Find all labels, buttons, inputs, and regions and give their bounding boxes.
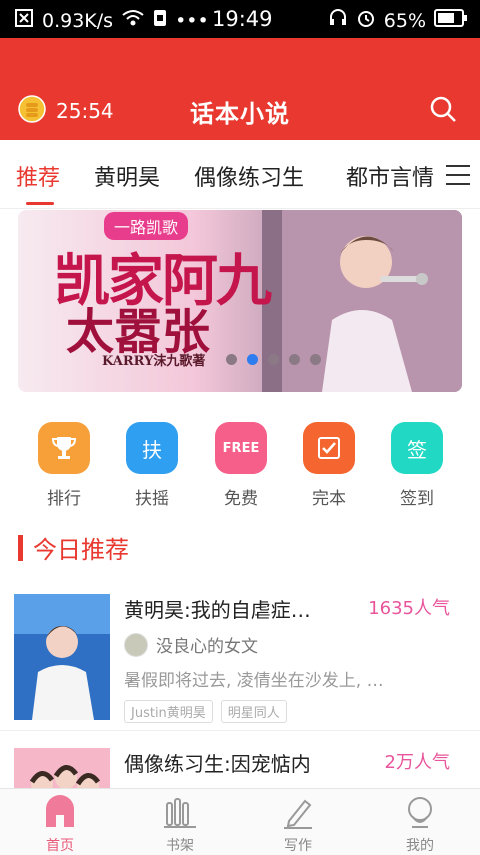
section-header: 今日推荐 xyxy=(18,530,129,565)
page-dot-active[interactable] xyxy=(247,354,258,365)
banner-pagination xyxy=(226,354,321,365)
book-description: 暑假即将过去, 凌倩坐在沙发上, … xyxy=(124,671,384,691)
battery-percent: 65% xyxy=(383,9,426,32)
book-title: 偶像练习生:因宠惦内 xyxy=(124,752,311,776)
book-cover xyxy=(14,594,110,720)
sim-icon xyxy=(153,9,167,32)
book-popularity: 1635人气 xyxy=(368,598,450,619)
free-icon: FREE xyxy=(215,422,267,474)
book-title: 黄明昊:我的自虐症… xyxy=(124,598,311,622)
menu-icon[interactable] xyxy=(446,164,470,186)
tab-recommend[interactable]: 推荐 xyxy=(16,160,60,192)
book-author-row: 没良心的女文 xyxy=(124,632,258,657)
page-dot[interactable] xyxy=(268,354,279,365)
pen-icon xyxy=(281,795,315,829)
complete-icon xyxy=(303,422,355,474)
book-author: 没良心的女文 xyxy=(156,637,258,657)
battery-icon xyxy=(434,9,468,32)
category-tabs: 推荐 黄明昊 偶像练习生 都市言情 xyxy=(0,140,480,209)
alarm-icon xyxy=(356,8,376,33)
quick-checkin[interactable]: 签 签到 xyxy=(387,422,447,509)
quick-complete[interactable]: 完本 xyxy=(299,422,359,509)
quick-checkin-label: 签到 xyxy=(400,489,434,509)
section-accent-bar xyxy=(18,534,23,561)
book-card[interactable]: 偶像练习生:因宠惦内 2万人气 xyxy=(0,734,480,788)
nav-write[interactable]: 写作 xyxy=(258,795,338,855)
app-bar: 25:54 话本小说 xyxy=(0,38,480,140)
book-card[interactable]: 黄明昊:我的自虐症… 1635人气 没良心的女文 暑假即将过去, 凌倩坐在沙发上… xyxy=(0,580,480,731)
page-dot[interactable] xyxy=(310,354,321,365)
bookshelf-icon xyxy=(163,795,197,829)
quick-free[interactable]: FREE 免费 xyxy=(211,422,271,509)
section-title: 今日推荐 xyxy=(33,536,129,564)
quick-actions: 排行 扶 扶摇 FREE 免费 完本 签 签到 xyxy=(0,422,480,512)
search-icon[interactable] xyxy=(428,94,458,124)
quick-complete-label: 完本 xyxy=(312,489,346,509)
status-bar: 0.93K/s ••• 19:49 65% xyxy=(0,0,480,38)
nav-profile[interactable]: 我的 xyxy=(380,795,460,855)
page-dot[interactable] xyxy=(226,354,237,365)
home-icon xyxy=(43,795,77,829)
book-tag[interactable]: Justin黄明昊 xyxy=(124,700,213,723)
nav-home-label: 首页 xyxy=(46,838,74,854)
notification-icon xyxy=(14,8,34,33)
author-avatar xyxy=(124,632,148,657)
quick-fuyao[interactable]: 扶 扶摇 xyxy=(122,422,182,509)
app-title: 话本小说 xyxy=(190,100,290,128)
free-glyph: FREE xyxy=(222,440,260,456)
fu-icon: 扶 xyxy=(126,422,178,474)
book-cover xyxy=(14,748,110,788)
checkin-icon: 签 xyxy=(391,422,443,474)
book-tag[interactable]: 明星同人 xyxy=(220,700,287,723)
tab-huang-minghao[interactable]: 黄明昊 xyxy=(94,160,160,192)
tab-urban-romance[interactable]: 都市言情 xyxy=(346,160,434,192)
active-tab-indicator xyxy=(26,202,54,205)
nav-bookshelf[interactable]: 书架 xyxy=(140,795,220,855)
book-tags: Justin黄明昊 明星同人 xyxy=(124,700,287,723)
more-icon: ••• xyxy=(175,9,209,32)
promo-banner[interactable]: 一路凯歌 凯家阿九 太嚣张 KARRY沫九歌著 xyxy=(18,210,462,392)
page-dot[interactable] xyxy=(289,354,300,365)
fu-glyph: 扶 xyxy=(142,437,162,462)
network-speed: 0.93K/s xyxy=(42,9,114,32)
quick-fuyao-label: 扶摇 xyxy=(135,489,169,509)
nav-write-label: 写作 xyxy=(284,838,312,854)
nav-profile-label: 我的 xyxy=(406,838,434,854)
quick-ranking-label: 排行 xyxy=(47,489,81,509)
checkin-glyph: 签 xyxy=(407,437,427,462)
clock: 19:49 xyxy=(212,7,273,31)
bottom-nav: 首页 书架 写作 我的 xyxy=(0,788,480,855)
book-popularity: 2万人气 xyxy=(384,752,450,773)
profile-icon xyxy=(403,795,437,829)
quick-free-label: 免费 xyxy=(224,489,258,509)
nav-bookshelf-label: 书架 xyxy=(166,838,194,854)
tab-idol-trainee[interactable]: 偶像练习生 xyxy=(194,160,304,192)
trophy-icon xyxy=(38,422,90,474)
wifi-icon xyxy=(121,9,145,32)
banner-author: KARRY沫九歌著 xyxy=(102,354,206,369)
nav-home[interactable]: 首页 xyxy=(20,795,100,855)
quick-ranking[interactable]: 排行 xyxy=(34,422,94,509)
headset-icon xyxy=(328,8,348,33)
